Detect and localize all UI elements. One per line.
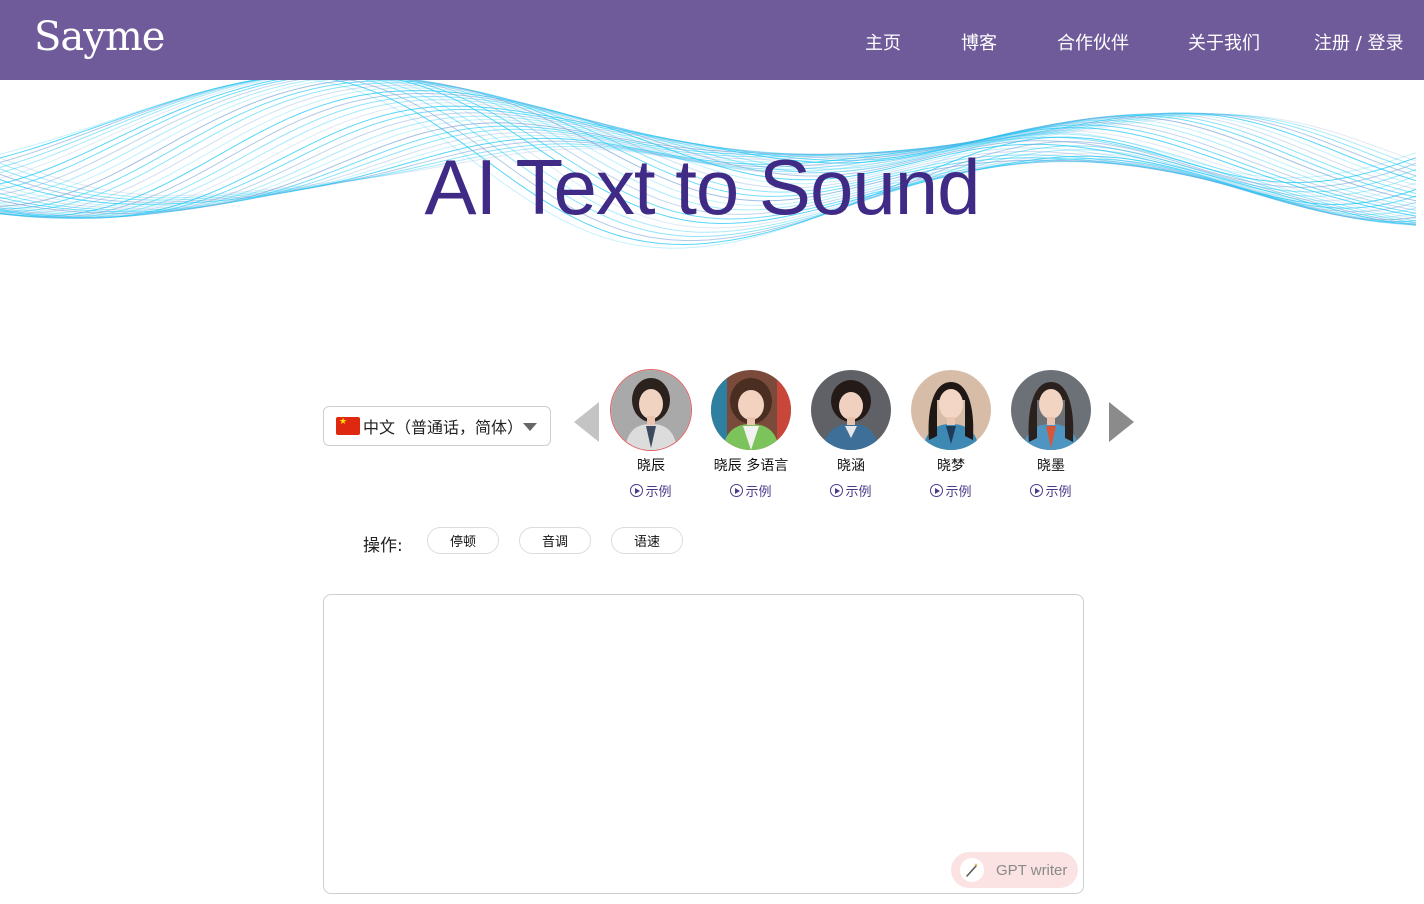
text-input[interactable]	[324, 595, 1083, 893]
voice-sample-button[interactable]: 示例	[701, 481, 801, 500]
play-circle-icon	[930, 484, 944, 497]
voice-sample-label: 示例	[745, 485, 772, 500]
top-navigation-bar: Sayme 主页 博客 合作伙伴 关于我们 注册 / 登录	[0, 0, 1424, 80]
voice-sample-label: 示例	[845, 485, 872, 500]
nav-home[interactable]: 主页	[865, 29, 901, 55]
language-select-value: 中文（普通话，简体）	[363, 418, 524, 437]
voice-sample-label: 示例	[1045, 485, 1072, 500]
voice-card[interactable]: 晓梦 示例	[901, 370, 1001, 500]
pitch-button[interactable]: 音调	[519, 527, 591, 554]
nav-register-login[interactable]: 注册 / 登录	[1314, 29, 1404, 55]
play-circle-icon	[1030, 484, 1044, 497]
voice-sample-label: 示例	[645, 485, 672, 500]
voice-card[interactable]: 晓辰 示例	[601, 370, 701, 500]
voice-avatar	[711, 370, 791, 450]
voice-avatar	[611, 370, 691, 450]
carousel-next-button[interactable]	[1109, 402, 1134, 442]
voice-card[interactable]: 晓涵 示例	[801, 370, 901, 500]
voice-sample-button[interactable]: 示例	[601, 481, 701, 500]
voice-name: 晓辰 多语言	[713, 458, 789, 474]
sayme-logo[interactable]: Sayme	[34, 14, 165, 60]
play-circle-icon	[830, 484, 844, 497]
voice-avatar	[911, 370, 991, 450]
text-editor	[323, 594, 1084, 894]
nav-partners[interactable]: 合作伙伴	[1057, 29, 1129, 55]
magic-wand-icon	[960, 858, 984, 882]
play-circle-icon	[630, 484, 644, 497]
nav-about-us[interactable]: 关于我们	[1188, 29, 1260, 55]
voice-card[interactable]: 晓墨 示例	[1001, 370, 1101, 500]
nav-blog[interactable]: 博客	[961, 29, 997, 55]
voice-sample-button[interactable]: 示例	[901, 481, 1001, 500]
china-flag-icon: ★	[336, 417, 360, 435]
voice-card[interactable]: 晓辰 多语言 示例	[701, 370, 801, 500]
voice-sample-label: 示例	[945, 485, 972, 500]
language-select[interactable]: ★ 中文（普通话，简体）	[323, 406, 551, 446]
gpt-writer-label: GPT writer	[996, 861, 1068, 879]
voice-name: 晓辰	[637, 458, 665, 474]
hero-banner: AI Text to Sound	[0, 80, 1424, 310]
chevron-down-icon	[523, 423, 537, 431]
voice-name: 晓涵	[837, 458, 865, 474]
speed-button[interactable]: 语速	[611, 527, 683, 554]
voice-sample-button[interactable]: 示例	[1001, 481, 1101, 500]
voice-name: 晓梦	[937, 458, 965, 474]
voice-avatar	[1011, 370, 1091, 450]
operations-label: 操作:	[363, 536, 403, 556]
pause-button[interactable]: 停顿	[427, 527, 499, 554]
play-circle-icon	[730, 484, 744, 497]
gpt-writer-button[interactable]: GPT writer	[951, 852, 1078, 888]
voice-name: 晓墨	[1037, 458, 1065, 474]
voice-avatar	[811, 370, 891, 450]
carousel-prev-button[interactable]	[574, 402, 599, 442]
voice-sample-button[interactable]: 示例	[801, 481, 901, 500]
hero-title: AI Text to Sound	[424, 143, 981, 231]
